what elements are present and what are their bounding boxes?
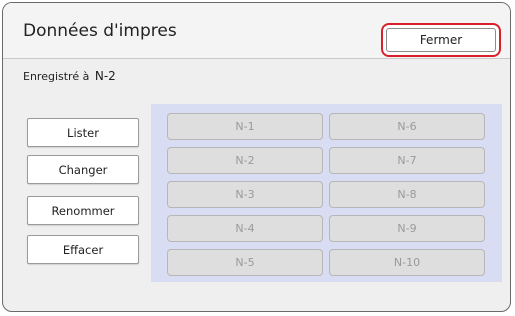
print-data-dialog: Données d'impres Fermer Enregistré à N-2… [2, 2, 511, 312]
slot-n-9[interactable]: N-9 [329, 215, 485, 242]
slot-n-6[interactable]: N-6 [329, 113, 485, 140]
close-button-highlight: Fermer [381, 23, 501, 57]
title-bar: Données d'impres Fermer [3, 3, 510, 59]
storage-slot-panel: N-1 N-6 N-2 N-7 N-3 N-8 N-4 N-9 N-5 N-10 [151, 104, 502, 282]
slot-n-10[interactable]: N-10 [329, 249, 485, 276]
slot-n-5[interactable]: N-5 [167, 249, 323, 276]
slot-n-8[interactable]: N-8 [329, 181, 485, 208]
change-button[interactable]: Changer [27, 155, 139, 184]
saved-slot-value: N-2 [94, 69, 116, 83]
slot-n-7[interactable]: N-7 [329, 147, 485, 174]
list-button[interactable]: Lister [27, 118, 139, 147]
rename-button[interactable]: Renommer [27, 196, 139, 225]
slot-n-4[interactable]: N-4 [167, 215, 323, 242]
saved-location: Enregistré à N-2 [23, 69, 116, 83]
close-button[interactable]: Fermer [386, 28, 496, 52]
dialog-title: Données d'impres [23, 21, 177, 41]
slot-n-1[interactable]: N-1 [167, 113, 323, 140]
delete-button[interactable]: Effacer [27, 235, 139, 264]
saved-label-text: Enregistré à [23, 70, 90, 83]
slot-n-2[interactable]: N-2 [167, 147, 323, 174]
slot-n-3[interactable]: N-3 [167, 181, 323, 208]
